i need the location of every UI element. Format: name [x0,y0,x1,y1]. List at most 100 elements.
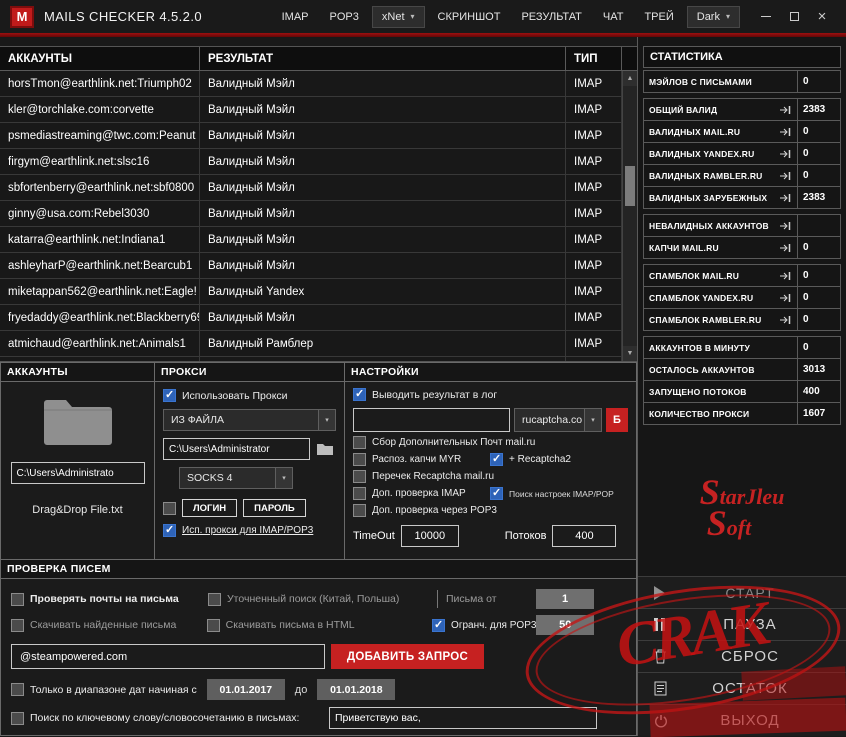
proxy-password-field[interactable]: ПАРОЛЬ [243,499,306,517]
pop3-limit-checkbox[interactable] [432,618,446,632]
export-icon[interactable] [777,220,792,232]
browse-folder-icon[interactable] [314,439,336,459]
table-row[interactable]: ginny@usa.com:Rebel3030 Валидный Мэйл IM… [0,201,622,227]
accounts-panel: АККАУНТЫ Drag&Drop File.txt [0,362,155,560]
close-button[interactable]: × [808,4,836,30]
action-buttons: СТАРТ ПАУЗА СБРОС ОСТАТОК ВЫХОД [637,576,846,736]
table-row[interactable]: katarra@earthlink.net:Indiana1 Валидный … [0,227,622,253]
table-row[interactable]: kler@torchlake.com:corvette Валидный Мэй… [0,97,622,123]
table-row[interactable]: dbruffa@earthlink.net:... Валидный Мэйл … [0,357,622,361]
menu-pop3[interactable]: POP3 [322,6,367,28]
start-button[interactable]: СТАРТ [638,576,846,608]
query-input[interactable] [11,644,325,669]
proxy-source-dropdown[interactable]: ИЗ ФАЙЛА ▾ [163,409,336,431]
menu-result[interactable]: РЕЗУЛЬТАТ [513,6,589,28]
use-proxy-checkbox[interactable] [163,388,176,402]
add-query-button[interactable]: ДОБАВИТЬ ЗАПРОС [331,644,484,669]
threads-label: Потоков [504,530,547,542]
export-icon[interactable] [777,104,792,116]
menu-imap[interactable]: IMAP [274,6,317,28]
captcha-myr-checkbox[interactable] [353,453,366,466]
reset-button[interactable]: СБРОС [638,640,846,672]
pause-icon [654,618,682,631]
table-row[interactable]: atmichaud@earthlink.net:Animals1 Валидны… [0,331,622,357]
table-row[interactable]: ashleyharP@earthlink.net:Bearcub1 Валидн… [0,253,622,279]
extra-pop3-check-checkbox[interactable] [353,504,366,517]
menu-tray[interactable]: ТРЕЙ [636,6,681,28]
table-row[interactable]: horsTmon@earthlink.net:Triumph02 Валидны… [0,71,622,97]
export-icon[interactable] [777,148,792,160]
table-row[interactable]: psmediastreaming@twc.com:Peanut Валидный… [0,123,622,149]
table-row[interactable]: fryedaddy@earthlink.net:Blackberry69 Вал… [0,305,622,331]
export-icon[interactable] [777,126,792,138]
header-result[interactable]: РЕЗУЛЬТАТ [200,47,566,70]
stat-value: 0 [803,314,809,325]
refined-search-checkbox[interactable] [208,592,221,606]
recaptcha2-label: + Recaptcha2 [509,454,571,465]
recheck-recaptcha-checkbox[interactable] [353,470,366,483]
table-row[interactable]: miketappan562@earthlink.net:Eagle! Валид… [0,279,622,305]
download-found-checkbox[interactable] [11,618,24,632]
threads-input[interactable] [552,525,617,547]
keyword-search-checkbox[interactable] [11,711,24,725]
keyword-input[interactable] [329,707,597,729]
minimize-button[interactable] [752,4,780,30]
exit-button[interactable]: ВЫХОД [638,704,846,736]
imap-settings-search-checkbox[interactable] [490,486,503,500]
stat-value: 0 [803,76,809,87]
pause-button[interactable]: ПАУЗА [638,608,846,640]
remainder-button[interactable]: ОСТАТОК [638,672,846,704]
scroll-down-icon[interactable]: ▼ [623,346,637,361]
header-accounts[interactable]: АККАУНТЫ [0,47,200,70]
proxy-auth-checkbox[interactable] [163,501,176,515]
export-icon[interactable] [777,242,792,254]
result-cell: Валидный Мэйл [200,357,566,361]
proxy-login-field[interactable]: ЛОГИН [182,499,238,517]
xnet-dropdown[interactable]: xNet ▾ [371,5,425,28]
export-icon[interactable] [777,292,792,304]
date-from-field[interactable]: 01.01.2017 [206,679,285,700]
export-icon[interactable] [777,192,792,204]
letters-from-value[interactable]: 1 [536,589,594,609]
header-type[interactable]: ТИП [566,47,622,70]
account-cell: ashleyharP@earthlink.net:Bearcub1 [0,253,200,278]
scroll-up-icon[interactable]: ▲ [623,71,637,86]
menu-chat[interactable]: ЧАТ [595,6,632,28]
balance-button[interactable]: Б [606,408,628,432]
export-icon[interactable] [777,270,792,282]
extra-pop3-check-label: Доп. проверка через POP3 [372,505,497,516]
recaptcha2-checkbox[interactable] [490,452,503,466]
download-html-checkbox[interactable] [206,618,220,632]
proxy-for-imap-checkbox[interactable] [163,523,176,537]
menu-screenshot[interactable]: СКРИНШОТ [430,6,509,28]
export-icon[interactable] [777,170,792,182]
scrollbar-thumb[interactable] [625,166,635,206]
check-mail-checkbox[interactable] [11,592,24,606]
stat-label-cell: ЗАПУЩЕНО ПОТОКОВ [644,381,798,402]
proxy-file-path-input[interactable] [163,438,310,460]
stat-value: 3013 [803,364,826,375]
stat-label: СПАМБЛОК MAIL.RU [649,270,740,281]
export-icon[interactable] [777,314,792,326]
table-row[interactable]: sbfortenberry@earthlink.net:sbf0800 Вали… [0,175,622,201]
table-row[interactable]: firgym@earthlink.net:slsc16 Валидный Мэй… [0,149,622,175]
dragdrop-zone[interactable]: Drag&Drop File.txt [1,396,154,516]
date-range-checkbox[interactable] [11,683,24,696]
accounts-file-path-input[interactable] [10,462,145,484]
recheck-recaptcha-label: Перечек Recaptcha mail.ru [372,471,495,482]
table-scrollbar[interactable]: ▲ ▼ [622,71,637,361]
extra-imap-check-checkbox[interactable] [353,487,366,500]
pop3-limit-value[interactable]: 50 [536,615,594,635]
log-output-checkbox[interactable] [353,387,366,401]
captcha-key-input[interactable] [353,408,510,432]
timeout-input[interactable] [400,525,459,547]
proxy-type-dropdown[interactable]: SOCKS 4 ▾ [179,467,293,489]
result-cell: Валидный Yandex [200,279,566,304]
stat-value [798,215,840,236]
collect-extra-mail-checkbox[interactable] [353,436,366,449]
captcha-service-dropdown[interactable]: rucaptcha.co ▾ [514,408,602,432]
result-cell: Валидный Мэйл [200,175,566,200]
date-to-field[interactable]: 01.01.2018 [317,679,396,700]
maximize-button[interactable] [780,4,808,30]
theme-dropdown[interactable]: Dark ▾ [686,5,740,28]
